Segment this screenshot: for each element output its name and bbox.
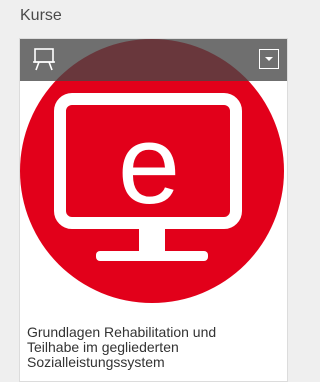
section-title: Kurse: [20, 7, 62, 24]
course-title-line-3: Sozialleistungssystem: [27, 354, 165, 370]
presentation-board-icon: [33, 48, 55, 71]
card-body: Grundlagen Rehabilitation und Teilhabe i…: [20, 316, 287, 381]
card-toolbar: [20, 39, 287, 81]
course-title-link[interactable]: Grundlagen Rehabilitation und Teilhabe i…: [27, 325, 282, 370]
card-menu-button[interactable]: [259, 49, 279, 69]
course-image[interactable]: e: [20, 39, 287, 316]
logo-letter: e: [118, 102, 180, 227]
course-title-line-1: Grundlagen Rehabilitation und: [27, 324, 217, 340]
chevron-down-icon: [265, 57, 273, 61]
course-card[interactable]: e Grundlagen Rehabilitation und Teilhabe…: [19, 38, 288, 382]
course-title-line-2: Teilhabe im gegliederten: [27, 339, 179, 355]
courses-page: Kurse e Grundlagen Rehabilitation und Te…: [0, 0, 306, 382]
